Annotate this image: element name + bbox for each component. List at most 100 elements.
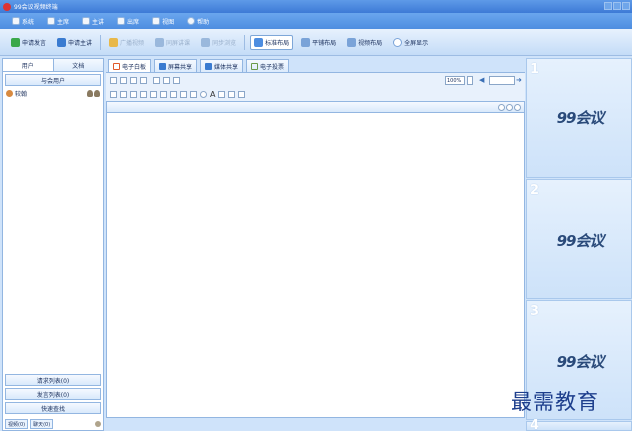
- microphone-icon[interactable]: [87, 90, 93, 97]
- rounded-rectangle-icon[interactable]: [190, 90, 197, 98]
- quick-search-button[interactable]: 快速查找: [5, 402, 101, 414]
- close-button[interactable]: [622, 2, 630, 10]
- watermark: 最需教育: [511, 390, 599, 414]
- app-logo-icon: [3, 2, 11, 11]
- save-icon[interactable]: [130, 76, 137, 84]
- zoom-dropdown-button[interactable]: [467, 76, 473, 85]
- page-icon[interactable]: [153, 76, 160, 84]
- apply-speaker-button[interactable]: 申请主讲: [54, 35, 95, 50]
- menu-item-attend[interactable]: 出席: [117, 17, 139, 26]
- video-pane-4[interactable]: 4: [526, 418, 632, 431]
- apply-chair-button[interactable]: 申请发言: [8, 35, 49, 50]
- zoom-out-icon[interactable]: [173, 76, 180, 84]
- main-tabs: 电子白板 屏幕共享 媒体共享 电子投票: [106, 58, 525, 72]
- curve-icon[interactable]: [160, 90, 167, 98]
- sync-browse-button[interactable]: 同步浏览: [198, 35, 239, 50]
- tab-media-share[interactable]: 媒体共享: [200, 59, 244, 72]
- title-bar: 99会议视频终端: [0, 0, 632, 13]
- ellipse-icon[interactable]: [200, 90, 207, 98]
- button-label: 申请发言: [22, 39, 47, 47]
- tab-whiteboard[interactable]: 电子白板: [108, 59, 152, 72]
- next-page-icon[interactable]: ➜: [516, 76, 524, 84]
- broadcast-video-button[interactable]: 广播视频: [106, 35, 147, 50]
- button-label: 标准布局: [265, 39, 290, 47]
- tab-chat[interactable]: 聊天(0): [30, 419, 54, 429]
- line-icon[interactable]: [140, 90, 147, 98]
- video-panel: 1 99会议 2 99会议 3 99会议 4: [526, 58, 632, 431]
- fullscreen-button[interactable]: 全屏显示: [390, 35, 431, 50]
- tile-layout-button[interactable]: 平铺布局: [298, 35, 339, 50]
- rectangle-icon[interactable]: [180, 90, 187, 98]
- zoom-in-icon[interactable]: [163, 76, 170, 84]
- video-pane-number: 3: [530, 304, 540, 319]
- new-page-icon[interactable]: [110, 76, 117, 84]
- brand-logo: 99会议: [556, 109, 605, 127]
- vote-icon: [251, 62, 259, 70]
- video-pane-number: 4: [530, 418, 540, 431]
- whiteboard-close-icon[interactable]: [514, 104, 521, 111]
- minimize-button[interactable]: [604, 2, 612, 10]
- previous-page-icon[interactable]: ◀: [479, 76, 487, 84]
- pen-icon[interactable]: [130, 90, 137, 98]
- tab-video[interactable]: 视频(0): [5, 419, 29, 429]
- user-panel: 用户 文档 与会用户 较翰 请求列表(0) 发言列表(0) 快速查找 视频(0)…: [2, 58, 104, 431]
- browse-icon: [201, 37, 211, 47]
- brand-logo: 99会议: [556, 232, 605, 250]
- page-number-input[interactable]: [489, 76, 515, 85]
- whiteboard-prev-icon[interactable]: [498, 104, 505, 111]
- tab-users[interactable]: 用户: [3, 59, 53, 72]
- gear-icon: [12, 17, 20, 25]
- arrow-icon[interactable]: [150, 90, 157, 98]
- video-layout-button[interactable]: 视频布局: [344, 35, 385, 50]
- text-tool-icon[interactable]: A: [210, 90, 215, 98]
- pin-icon[interactable]: [95, 421, 101, 427]
- zoom-select[interactable]: 100%: [445, 76, 465, 85]
- whiteboard-next-icon[interactable]: [506, 104, 513, 111]
- whiteboard-canvas[interactable]: [106, 113, 525, 418]
- request-list-button[interactable]: 请求列表(0): [5, 374, 101, 386]
- layout-icon: [254, 37, 264, 47]
- tile-icon: [301, 37, 311, 47]
- menu-item-speaker[interactable]: 主讲: [82, 17, 104, 26]
- help-icon: [187, 17, 196, 25]
- print-icon[interactable]: [140, 76, 147, 84]
- highlighter-icon[interactable]: [170, 90, 177, 98]
- eraser-icon[interactable]: [238, 90, 246, 98]
- menu-item-help[interactable]: 帮助: [187, 17, 209, 26]
- menu-item-system[interactable]: 系统: [12, 17, 34, 26]
- menu-label: 主席: [57, 18, 70, 26]
- video-pane-2[interactable]: 2 99会议: [526, 179, 632, 299]
- screen-teach-button[interactable]: 同屏讲课: [152, 35, 193, 50]
- user-panel-footer: 视频(0) 聊天(0): [5, 418, 101, 430]
- open-file-icon[interactable]: [120, 76, 127, 84]
- image-icon[interactable]: [218, 90, 226, 98]
- list-item[interactable]: 较翰: [3, 86, 103, 101]
- undo-icon[interactable]: [120, 90, 127, 98]
- menu-bar: 系统 主席 主讲 出席 视图 帮助: [0, 13, 632, 29]
- video-pane-1[interactable]: 1 99会议: [526, 58, 632, 178]
- button-label: 申请主讲: [68, 39, 93, 47]
- menu-item-chair[interactable]: 主席: [47, 17, 69, 26]
- whiteboard-controls: [498, 104, 521, 111]
- speak-list-button[interactable]: 发言列表(0): [5, 388, 101, 400]
- user-name: 较翰: [15, 91, 28, 98]
- tab-vote[interactable]: 电子投票: [246, 59, 290, 72]
- menu-item-view[interactable]: 视图: [152, 17, 174, 26]
- tab-screen-share[interactable]: 屏幕共享: [154, 59, 198, 72]
- user-panel-actions: 请求列表(0) 发言列表(0) 快速查找: [5, 374, 101, 414]
- button-label: 同步浏览: [212, 39, 237, 47]
- tab-documents[interactable]: 文档: [52, 59, 103, 72]
- camera-icon[interactable]: [94, 90, 100, 97]
- screen-icon: [155, 37, 165, 47]
- color-icon[interactable]: [228, 90, 236, 98]
- main-workspace: 电子白板 屏幕共享 媒体共享 电子投票 100% ◀ ➜ A: [106, 58, 525, 431]
- video-pane-number: 1: [530, 62, 540, 77]
- standard-layout-button[interactable]: 标准布局: [250, 34, 294, 50]
- maximize-button[interactable]: [613, 2, 621, 10]
- grid-icon: [347, 37, 357, 47]
- button-label: 同屏讲课: [166, 39, 191, 47]
- menu-label: 主讲: [92, 18, 105, 26]
- video-icon: [109, 37, 119, 47]
- toolbar: 申请发言 申请主讲 广播视频 同屏讲课 同步浏览 标准布局 平铺布局 视频布局 …: [0, 29, 632, 56]
- pointer-icon[interactable]: [110, 90, 117, 98]
